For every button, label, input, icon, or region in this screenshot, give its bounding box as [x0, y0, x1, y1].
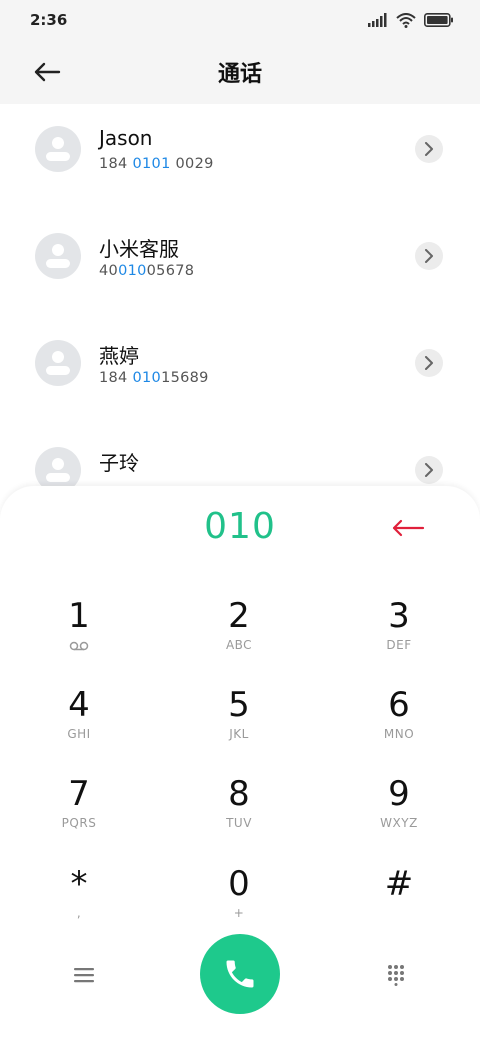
contact-detail-button[interactable]: [415, 349, 443, 377]
dialpad-key-7[interactable]: 7 PQRS: [19, 774, 139, 850]
contact-name: Jason: [99, 126, 153, 150]
key-digit: #: [384, 864, 414, 904]
dialpad-key-9[interactable]: 9 WXYZ: [339, 774, 459, 850]
key-letters: PQRS: [61, 816, 97, 830]
status-icons: [368, 12, 454, 28]
key-letters: DEF: [386, 638, 412, 652]
contact-item[interactable]: 小米客服 4001005678: [0, 211, 480, 317]
chevron-right-icon: [425, 249, 433, 263]
contact-item[interactable]: 燕婷 184 01015689: [0, 318, 480, 424]
signal-icon: [368, 13, 387, 27]
dialpad-sheet: 010 1 2 ABC 3 DEF 4 GHI 5 JKL 6 MNO 7 PQ…: [0, 486, 480, 1040]
contact-detail-button[interactable]: [415, 242, 443, 270]
key-letters: TUV: [226, 816, 252, 830]
dialpad-key-0[interactable]: 0 +: [179, 864, 299, 940]
key-digit: 7: [68, 774, 90, 814]
key-digit: 1: [68, 596, 90, 636]
contact-number: 184 01015689: [99, 370, 209, 386]
dialpad-key-6[interactable]: 6 MNO: [339, 685, 459, 761]
dialpad-key-1[interactable]: 1: [19, 596, 139, 672]
voicemail-icon: [19, 638, 139, 654]
dialpad-key-4[interactable]: 4 GHI: [19, 685, 139, 761]
dialpad-key-8[interactable]: 8 TUV: [179, 774, 299, 850]
key-digit: 9: [388, 774, 410, 814]
avatar: [35, 126, 81, 172]
menu-button[interactable]: [64, 960, 104, 990]
key-letters: ABC: [225, 638, 253, 652]
wifi-icon: [396, 12, 416, 28]
avatar: [35, 233, 81, 279]
backspace-arrow-icon: [392, 519, 425, 537]
contact-detail-button[interactable]: [415, 456, 443, 484]
chevron-right-icon: [425, 463, 433, 477]
status-time: 2:36: [30, 11, 68, 29]
key-digit: 6: [388, 685, 410, 725]
battery-icon: [424, 13, 453, 27]
key-letters: WXYZ: [380, 816, 418, 830]
contact-name: 燕婷: [99, 344, 139, 368]
key-digit: 4: [68, 685, 90, 725]
key-letters: +: [233, 906, 245, 920]
contact-name: 子玲: [99, 451, 139, 475]
key-letters: [339, 906, 459, 922]
contact-detail-button[interactable]: [415, 135, 443, 163]
contact-name: 小米客服: [99, 237, 179, 261]
dialpad-toggle-button[interactable]: [376, 960, 416, 990]
status-bar: 2:36: [0, 0, 480, 40]
key-letters: ,: [76, 906, 82, 920]
chevron-right-icon: [425, 356, 433, 370]
dialpad-grid-icon: [388, 965, 404, 986]
key-digit: 2: [228, 596, 250, 636]
key-digit: 5: [228, 685, 250, 725]
key-digit: 8: [228, 774, 250, 814]
avatar: [35, 340, 81, 386]
dialpad-key-3[interactable]: 3 DEF: [339, 596, 459, 672]
contact-number: 184 0101 0029: [99, 156, 214, 172]
key-digit: *: [70, 864, 88, 904]
phone-icon: [226, 960, 254, 988]
key-digit: 0: [228, 864, 250, 904]
key-digit: 3: [388, 596, 410, 636]
menu-icon: [74, 968, 94, 983]
dialpad-key-star[interactable]: * ,: [19, 864, 139, 940]
call-button[interactable]: [200, 934, 280, 1014]
key-letters: JKL: [229, 727, 249, 741]
dialpad-key-2[interactable]: 2 ABC: [179, 596, 299, 672]
dialpad-key-hash[interactable]: #: [339, 864, 459, 940]
chevron-right-icon: [425, 142, 433, 156]
key-letters: GHI: [67, 727, 91, 741]
dialpad-key-5[interactable]: 5 JKL: [179, 685, 299, 761]
title-bar: 通话: [0, 40, 480, 104]
contact-item[interactable]: Jason 184 0101 0029: [0, 104, 480, 210]
key-letters: MNO: [383, 727, 415, 741]
contact-number: 4001005678: [99, 263, 195, 279]
page-title: 通话: [217, 62, 262, 87]
backspace-button[interactable]: [388, 514, 428, 542]
